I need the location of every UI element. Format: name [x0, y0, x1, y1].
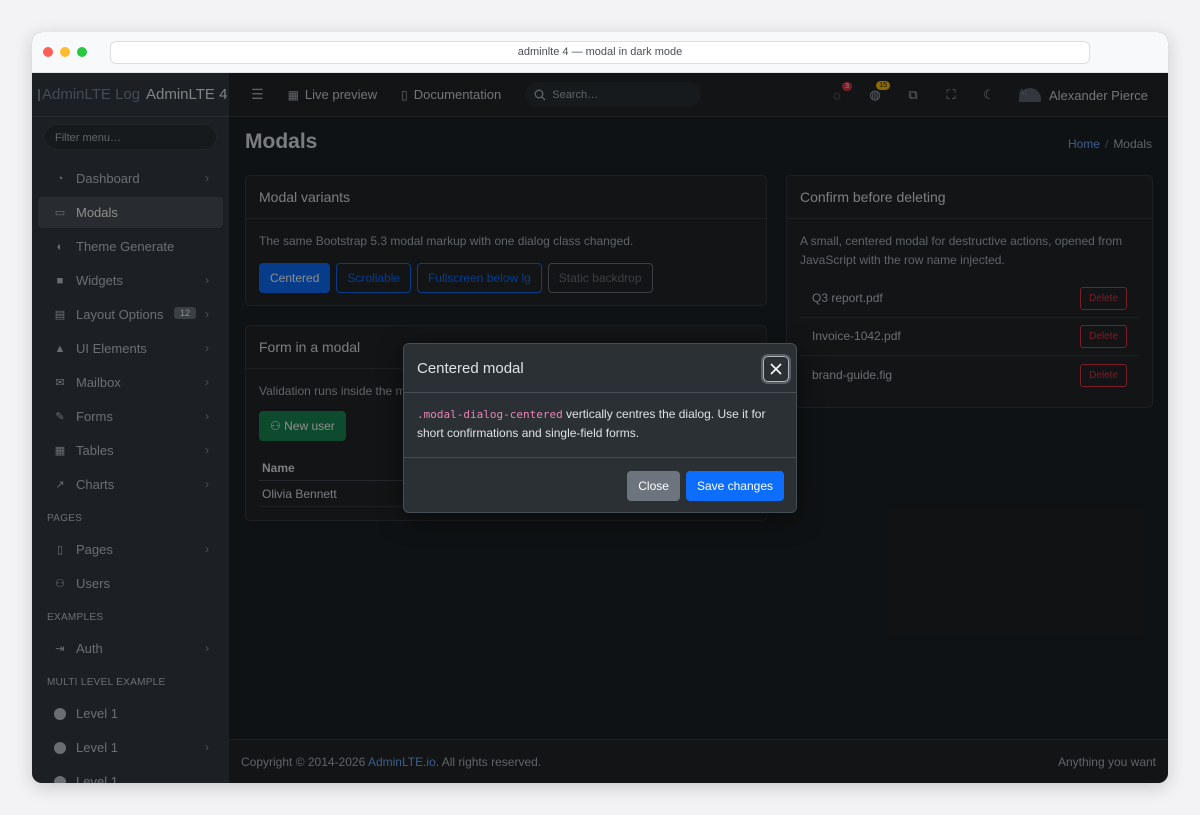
minimize-window-button[interactable]: [60, 47, 70, 57]
browser-window: adminlte 4 — modal in dark mode AdminLTE…: [32, 32, 1168, 783]
window-controls: [43, 47, 87, 57]
centered-modal: Centered modal .modal-dialog-centered ve…: [403, 343, 797, 513]
modal-code: .modal-dialog-centered: [417, 408, 563, 421]
modal-body: .modal-dialog-centered vertically centre…: [404, 393, 796, 458]
close-icon: [770, 363, 782, 375]
close-button[interactable]: Close: [627, 471, 680, 501]
save-changes-button[interactable]: Save changes: [685, 471, 784, 501]
address-bar[interactable]: adminlte 4 — modal in dark mode: [110, 41, 1090, 64]
modal-header: Centered modal: [404, 344, 796, 393]
modal-title: Centered modal: [417, 360, 524, 377]
modal-footer: Close Save changes: [404, 458, 796, 501]
app: AdminLTE Logo AdminLTE 4 Filter menu… ◔ D…: [32, 73, 1168, 783]
browser-titlebar: adminlte 4 — modal in dark mode: [32, 32, 1168, 73]
close-window-button[interactable]: [43, 47, 53, 57]
maximize-window-button[interactable]: [77, 47, 87, 57]
modal-close-button[interactable]: [763, 356, 789, 382]
